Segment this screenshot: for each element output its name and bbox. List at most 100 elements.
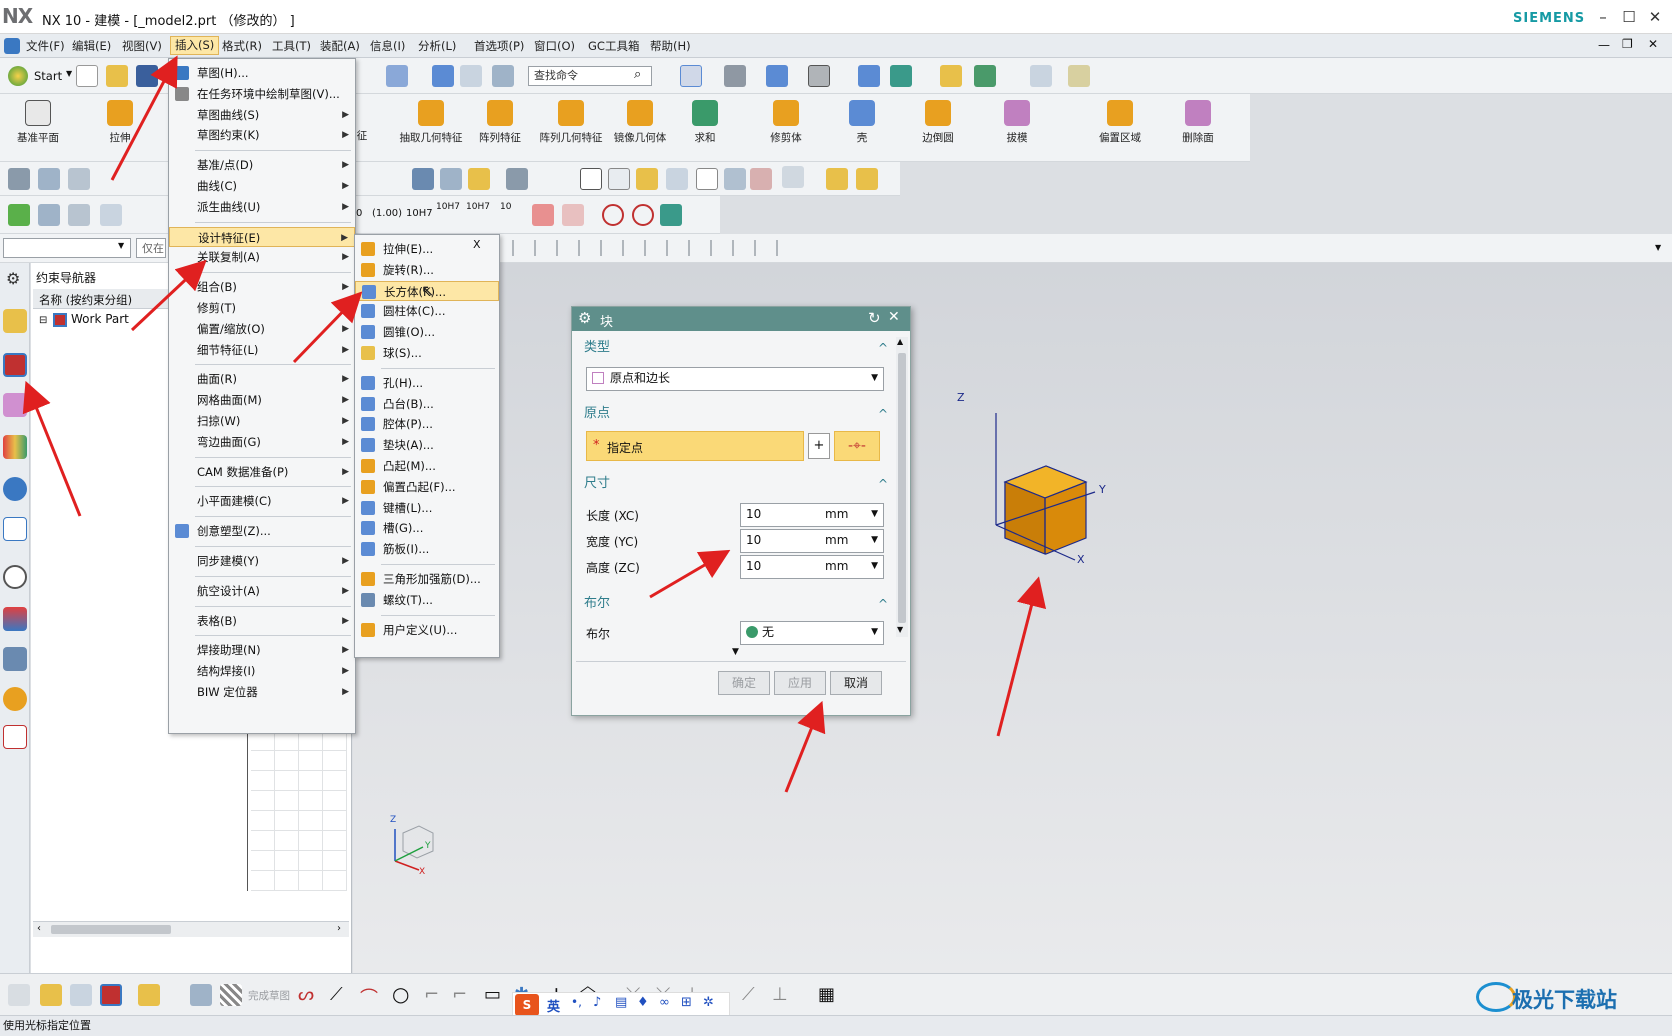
menu-edit[interactable]: 编辑(E) — [68, 38, 115, 54]
drawing-icon[interactable] — [3, 725, 27, 749]
datum-target-icon[interactable] — [562, 204, 584, 226]
gear-tool-icon[interactable] — [666, 168, 688, 190]
collapse-icon[interactable]: ^ — [878, 473, 888, 495]
origin-section-header[interactable]: 原点 ^ — [580, 403, 892, 425]
table-tool-icon[interactable] — [608, 168, 630, 190]
dialog-reset-icon[interactable]: ↻ — [868, 309, 881, 327]
reuse-library-icon[interactable] — [3, 435, 27, 459]
snap-point-icon[interactable] — [8, 168, 30, 190]
dimensions-section-header[interactable]: 尺寸 ^ — [580, 473, 892, 495]
scroll-left-icon[interactable]: ‹ — [37, 923, 41, 934]
roles-icon[interactable] — [3, 647, 27, 671]
design-feature-item[interactable]: 槽(G)... — [355, 518, 499, 538]
dimension-value[interactable]: 10 — [746, 559, 761, 573]
menu-help[interactable]: 帮助(H) — [646, 38, 695, 54]
menu-analysis[interactable]: 分析(L) — [414, 38, 460, 54]
collapse-icon[interactable]: ^ — [878, 337, 888, 359]
design-feature-item[interactable]: 三角形加强筋(D)... — [355, 569, 499, 589]
circle-slash-icon[interactable] — [602, 204, 624, 226]
insert-menu-item[interactable]: 草图约束(K) ▶ — [169, 125, 355, 145]
pattern-geometry-button[interactable]: 阵列几何特征 — [536, 100, 606, 145]
chamfer-icon[interactable]: ⌐ — [452, 984, 467, 1005]
insert-menu-item[interactable]: 弯边曲面(G) ▶ — [169, 432, 355, 452]
scroll-up-icon[interactable]: ▲ — [897, 337, 903, 346]
insert-menu-item[interactable]: 草图曲线(S) ▶ — [169, 105, 355, 125]
menu-format[interactable]: 格式(R) — [218, 38, 266, 54]
expand-more-icon[interactable]: ▼ — [732, 647, 739, 657]
design-feature-item[interactable]: 凸台(B)... — [355, 394, 499, 414]
dialog-close-icon[interactable]: ✕ — [888, 309, 900, 325]
move-icon[interactable] — [460, 65, 482, 87]
ime-punctuation-icon[interactable]: •, — [571, 995, 582, 1009]
design-feature-item[interactable]: 凸起(M)... — [355, 456, 499, 476]
minimize-button[interactable]: – — [1592, 6, 1614, 28]
design-feature-item[interactable]: 腔体(P)... — [355, 414, 499, 434]
snap-icon[interactable] — [940, 65, 962, 87]
tol-label-6[interactable]: 10 — [500, 202, 511, 212]
constraint-icon[interactable] — [100, 984, 122, 1006]
stack-tool-2-icon[interactable] — [856, 168, 878, 190]
finish-sketch-label[interactable]: 完成草图 — [248, 988, 290, 1003]
insert-menu-item[interactable]: CAM 数据准备(P) ▶ — [169, 462, 355, 482]
inferred-point-button[interactable]: -⌖- — [834, 431, 880, 461]
save-icon[interactable] — [136, 65, 158, 87]
insert-menu-item[interactable]: 修剪(T) ▶ — [169, 298, 355, 318]
open-file-icon[interactable] — [106, 65, 128, 87]
constraint-navigator-icon[interactable] — [3, 353, 27, 377]
dimension-tool-icon[interactable] — [750, 168, 772, 190]
dimension-input[interactable]: 10 mm ▼ — [740, 503, 884, 527]
design-feature-item[interactable]: 孔(H)... — [355, 373, 499, 393]
sketch-icon[interactable] — [8, 984, 30, 1006]
insert-menu-item[interactable]: 同步建模(Y) ▶ — [169, 551, 355, 571]
dialog-settings-icon[interactable]: ⚙ — [578, 309, 591, 327]
pattern-feature-button[interactable]: 阵列特征 — [470, 100, 530, 145]
insert-menu-item[interactable]: BIW 定位器 ▶ — [169, 682, 355, 702]
insert-menu-item[interactable]: 组合(B) ▶ — [169, 277, 355, 297]
section-view-icon[interactable] — [858, 65, 880, 87]
start-dropdown-icon[interactable]: ▼ — [66, 69, 72, 78]
cancel-button[interactable]: 取消 — [830, 671, 882, 695]
skin-icon[interactable]: ♦ — [637, 995, 649, 1010]
insert-menu-item[interactable]: 航空设计(A) ▶ — [169, 581, 355, 601]
submenu-close-button[interactable]: X — [473, 238, 481, 251]
tol-label-4[interactable]: 10H7 — [436, 202, 460, 212]
sheets-icon[interactable] — [68, 168, 90, 190]
scroll-down-icon[interactable]: ▼ — [897, 625, 903, 634]
type-filter-select[interactable] — [3, 238, 131, 258]
menu-assembly[interactable]: 装配(A) — [316, 38, 364, 54]
assembly-icon[interactable] — [890, 65, 912, 87]
extract-geometry-button[interactable]: 抽取几何特征 — [396, 100, 466, 145]
scroll-right-icon[interactable]: › — [337, 923, 341, 934]
maximize-button[interactable]: ☐ — [1618, 6, 1640, 28]
undo-arrow-icon[interactable] — [660, 204, 682, 226]
collapse-toggle-icon[interactable]: ⊟ — [39, 315, 47, 326]
cylinder-tool-icon[interactable] — [412, 168, 434, 190]
select-icon[interactable] — [974, 65, 996, 87]
design-feature-item[interactable]: 拉伸(E)... — [355, 239, 467, 259]
wcs-icon[interactable] — [1030, 65, 1052, 87]
insert-menu-item[interactable]: 扫掠(W) ▶ — [169, 411, 355, 431]
scrollbar-thumb[interactable] — [51, 925, 171, 934]
arrangement-icon[interactable] — [138, 984, 160, 1006]
dimension-input[interactable]: 10 mm ▼ — [740, 555, 884, 579]
finish-sketch-icon[interactable] — [220, 984, 242, 1006]
insert-menu-item[interactable]: 关联复制(A) ▶ — [169, 247, 355, 267]
datum-plane-button[interactable]: 基准平面 — [8, 100, 68, 145]
chevron-down-icon[interactable]: ▼ — [871, 622, 878, 642]
point-dialog-button[interactable]: + — [808, 433, 830, 459]
chevron-down-icon[interactable]: ▼ — [871, 368, 878, 388]
mirror-icon[interactable]: ⟋ — [742, 984, 755, 1005]
note-tool-icon[interactable] — [696, 168, 718, 190]
dimension-value[interactable]: 10 — [746, 507, 761, 521]
scissors-tool-icon[interactable] — [506, 168, 528, 190]
add-component-icon[interactable] — [40, 984, 62, 1006]
shell-button[interactable]: 壳 — [842, 100, 882, 145]
dimension-value[interactable]: 10 — [746, 533, 761, 547]
draft-button[interactable]: 拔模 — [992, 100, 1042, 145]
design-feature-item[interactable]: 垫块(A)... — [355, 435, 499, 455]
dimension-input[interactable]: 10 mm ▼ — [740, 529, 884, 553]
menu-tools[interactable]: 工具(T) — [268, 38, 315, 54]
tol-label-2[interactable]: (1.00) — [372, 208, 402, 219]
start-button[interactable]: Start — [34, 69, 62, 83]
fit-view-icon[interactable] — [680, 65, 702, 87]
